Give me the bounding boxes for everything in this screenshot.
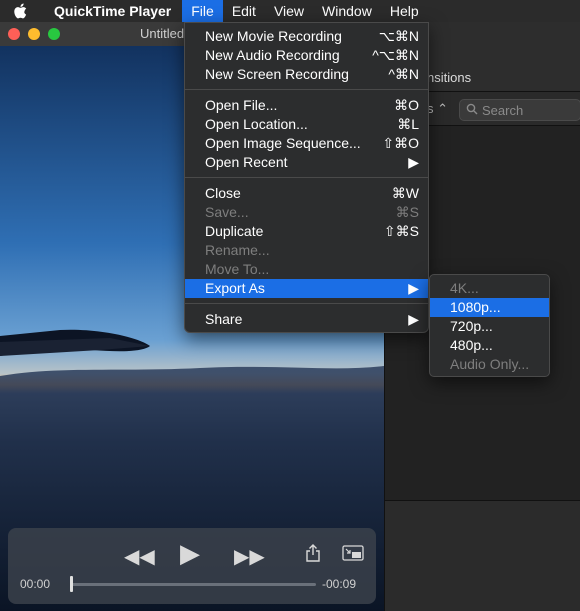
menu-edit[interactable]: Edit [223,0,265,22]
bottom-panel [385,500,580,611]
menu-bar: QuickTime Player File Edit View Window H… [0,0,580,22]
share-icon[interactable] [306,544,320,562]
menu-item-open-file[interactable]: Open File... ⌘O [185,96,428,115]
apple-icon[interactable] [0,0,40,22]
submenu-item-480p[interactable]: 480p... [430,336,549,355]
chevron-right-icon: ▶ [408,154,419,170]
menu-help[interactable]: Help [381,0,428,22]
chevron-right-icon: ▶ [408,280,419,296]
menu-item-rename: Rename... [205,242,270,258]
menu-separator [185,303,428,304]
scrubber-track[interactable] [70,583,316,586]
minimize-window-button[interactable] [28,28,40,40]
menu-view[interactable]: View [265,0,313,22]
submenu-item-720p[interactable]: 720p... [430,317,549,336]
time-elapsed: 00:00 [20,577,51,591]
file-menu: New Movie Recording ⌥⌘N New Audio Recordi… [184,22,429,333]
menu-item-open-recent[interactable]: Open Recent ▶ [185,153,428,172]
menu-item-open-image-sequence[interactable]: Open Image Sequence... ⇧⌘O [185,134,428,153]
menu-item-share[interactable]: Share ▶ [185,310,428,329]
menu-window[interactable]: Window [313,0,381,22]
menu-separator [185,177,428,178]
menu-separator [185,89,428,90]
search-input[interactable]: Search [459,99,580,121]
fast-forward-icon[interactable]: ▶▶ [234,547,265,567]
play-icon[interactable]: ▶ [180,540,200,566]
menu-item-new-movie-recording[interactable]: New Movie Recording ⌥⌘N [185,27,428,46]
window-title: Untitled [140,26,185,41]
menu-item-save: Save... ⌘S [205,204,419,220]
close-window-button[interactable] [8,28,20,40]
menu-item-open-location[interactable]: Open Location... ⌘L [185,115,428,134]
menu-app-name[interactable]: QuickTime Player [40,0,182,22]
chevron-right-icon: ▶ [408,311,419,327]
submenu-item-1080p[interactable]: 1080p... [430,298,549,317]
menu-item-new-audio-recording[interactable]: New Audio Recording ^⌥⌘N [185,46,428,65]
playback-controls: ◀◀ ▶ ▶▶ 00:00 -00:09 [8,528,376,604]
scrubber-playhead[interactable] [70,576,73,592]
menu-item-close[interactable]: Close ⌘W [185,184,428,203]
menu-item-duplicate[interactable]: Duplicate ⇧⌘S [185,222,428,241]
menu-item-new-screen-recording[interactable]: New Screen Recording ^⌘N [185,65,428,84]
pip-icon[interactable] [342,545,364,561]
tab-transitions[interactable]: nsitions [427,70,471,85]
menu-item-move-to: Move To... [205,261,270,277]
time-remaining: -00:09 [322,577,357,591]
search-placeholder: Search [482,103,524,118]
screen: QuickTime Player File Edit View Window H… [0,0,580,611]
filter-selector[interactable]: s ⌃ [427,101,448,117]
rewind-icon[interactable]: ◀◀ [124,547,155,567]
menu-file[interactable]: File [182,0,223,22]
zoom-window-button[interactable] [48,28,60,40]
submenu-item-4k: 4K... [450,280,479,296]
submenu-item-audio-only: Audio Only... [450,356,530,372]
export-as-submenu: 4K... 1080p... 720p... 480p... Audio Onl… [429,274,550,377]
search-icon [466,103,478,115]
menu-item-export-as[interactable]: Export As ▶ [185,279,428,298]
